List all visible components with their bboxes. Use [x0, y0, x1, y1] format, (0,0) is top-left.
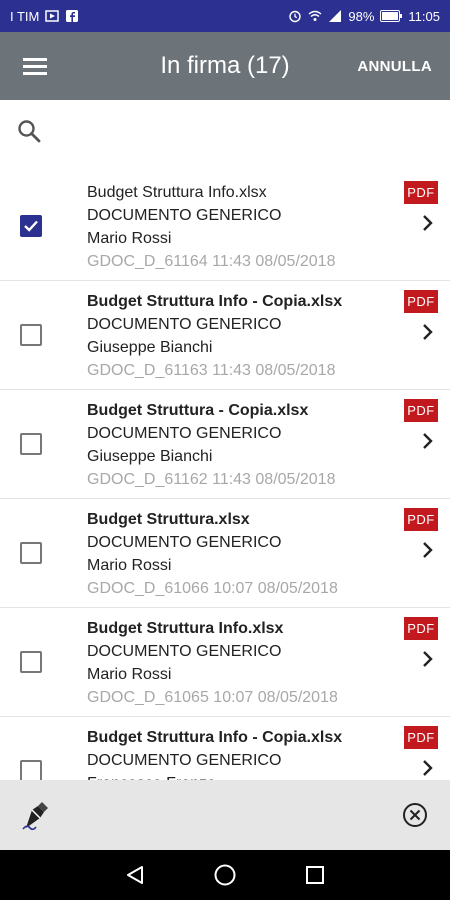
document-meta: GDOC_D_61163 11:43 08/05/2018: [87, 362, 336, 379]
document-meta: GDOC_D_61164 11:43 08/05/2018: [87, 253, 336, 270]
home-button[interactable]: [212, 862, 238, 888]
document-info: Budget Struttura Info.xlsx DOCUMENTO GENE…: [87, 181, 400, 273]
recents-button[interactable]: [302, 862, 328, 888]
document-info: Budget Struttura Info - Copia.xlsx DOCUME…: [87, 290, 400, 382]
menu-button[interactable]: [0, 32, 70, 100]
document-meta: GDOC_D_61065 10:07 08/05/2018: [87, 689, 338, 706]
document-type: DOCUMENTO GENERICO: [87, 207, 282, 224]
document-author: Giuseppe Bianchi: [87, 339, 213, 356]
pdf-badge: PDF: [404, 290, 438, 313]
close-button[interactable]: [402, 802, 428, 828]
chevron-right-icon: [423, 760, 433, 776]
document-info: Budget Struttura Info - Copia.xlsx DOCUME…: [87, 726, 400, 780]
status-bar: I TIM 98% 11:05: [0, 0, 450, 32]
document-name: Budget Struttura - Copia.xlsx: [87, 402, 309, 419]
search-icon[interactable]: [16, 118, 42, 144]
row-checkbox[interactable]: [20, 760, 42, 780]
alarm-icon: [289, 10, 302, 23]
document-author: Francesco Franzo: [87, 772, 400, 780]
document-info: Budget Struttura Info.xlsx DOCUMENTO GENE…: [87, 617, 400, 709]
app-bar: In firma (17) ANNULLA: [0, 32, 450, 100]
chevron-right-icon: [423, 542, 433, 558]
pdf-badge: PDF: [404, 617, 438, 640]
document-name: Budget Struttura Info.xlsx: [87, 620, 284, 637]
menu-icon: [23, 58, 47, 75]
home-icon: [214, 864, 236, 886]
document-name: Budget Struttura.xlsx: [87, 511, 250, 528]
sign-pen-icon: [22, 802, 48, 831]
document-author: Giuseppe Bianchi: [87, 448, 213, 465]
document-type: DOCUMENTO GENERICO: [87, 425, 282, 442]
open-document-button[interactable]: [420, 212, 436, 234]
status-right: 98% 11:05: [288, 9, 440, 24]
pdf-badge: PDF: [404, 399, 438, 422]
document-author: Mario Rossi: [87, 230, 172, 247]
play-icon: [45, 10, 60, 22]
document-type: DOCUMENTO GENERICO: [87, 643, 282, 660]
row-checkbox[interactable]: [20, 542, 42, 564]
document-author: Mario Rossi: [87, 557, 172, 574]
back-icon: [127, 866, 143, 884]
system-nav-bar: [0, 850, 450, 900]
wifi-icon: [308, 10, 322, 21]
document-row[interactable]: Budget Struttura.xlsx DOCUMENTO GENERICO M…: [0, 499, 450, 608]
open-document-button[interactable]: [420, 648, 436, 670]
open-document-button[interactable]: [420, 430, 436, 452]
sign-button[interactable]: [18, 798, 54, 834]
document-author: Mario Rossi: [87, 666, 172, 683]
document-info: Budget Struttura - Copia.xlsx DOCUMENTO G…: [87, 399, 400, 491]
battery-percent: 98%: [348, 8, 375, 24]
document-name: Budget Struttura Info.xlsx: [87, 184, 267, 201]
document-info: Budget Struttura.xlsx DOCUMENTO GENERICO M…: [87, 508, 400, 600]
document-type: DOCUMENTO GENERICO: [87, 752, 282, 769]
chevron-right-icon: [423, 651, 433, 667]
document-row[interactable]: Budget Struttura - Copia.xlsx DOCUMENTO G…: [0, 390, 450, 499]
document-name: Budget Struttura Info - Copia.xlsx: [87, 729, 343, 746]
pdf-badge: PDF: [404, 508, 438, 531]
document-meta: GDOC_D_61066 10:07 08/05/2018: [87, 580, 338, 597]
status-left: I TIM: [10, 9, 79, 24]
document-row[interactable]: Budget Struttura Info - Copia.xlsx DOCUME…: [0, 281, 450, 390]
row-checkbox[interactable]: [20, 324, 42, 346]
clock: 11:05: [408, 8, 440, 24]
document-meta: GDOC_D_61162 11:43 08/05/2018: [87, 471, 336, 488]
chevron-right-icon: [423, 433, 433, 449]
document-row[interactable]: Budget Struttura Info.xlsx DOCUMENTO GENE…: [0, 172, 450, 281]
check-icon: [24, 220, 38, 232]
open-document-button[interactable]: [420, 539, 436, 561]
open-document-button[interactable]: [420, 757, 436, 779]
battery-icon: [380, 10, 403, 22]
pdf-badge: PDF: [404, 181, 438, 204]
row-checkbox[interactable]: [20, 215, 42, 237]
row-checkbox[interactable]: [20, 651, 42, 673]
signal-icon: [329, 10, 342, 22]
bottom-action-bar: [0, 780, 450, 850]
document-row[interactable]: Budget Struttura Info.xlsx DOCUMENTO GENE…: [0, 608, 450, 717]
facebook-icon: [66, 10, 79, 22]
pdf-badge: PDF: [404, 726, 438, 749]
row-checkbox[interactable]: [20, 433, 42, 455]
document-type: DOCUMENTO GENERICO: [87, 534, 282, 551]
chevron-right-icon: [423, 324, 433, 340]
cancel-button[interactable]: ANNULLA: [357, 32, 432, 100]
carrier-label: I TIM: [10, 8, 40, 24]
document-type: DOCUMENTO GENERICO: [87, 316, 282, 333]
search-bar[interactable]: [0, 100, 450, 162]
document-list: Budget Struttura Info.xlsx DOCUMENTO GENE…: [0, 172, 450, 780]
recents-icon: [306, 866, 324, 884]
open-document-button[interactable]: [420, 321, 436, 343]
back-button[interactable]: [122, 862, 148, 888]
chevron-right-icon: [423, 215, 433, 231]
document-row[interactable]: Budget Struttura Info - Copia.xlsx DOCUME…: [0, 717, 450, 780]
close-circle-icon: [403, 803, 427, 827]
document-name: Budget Struttura Info - Copia.xlsx: [87, 293, 343, 310]
